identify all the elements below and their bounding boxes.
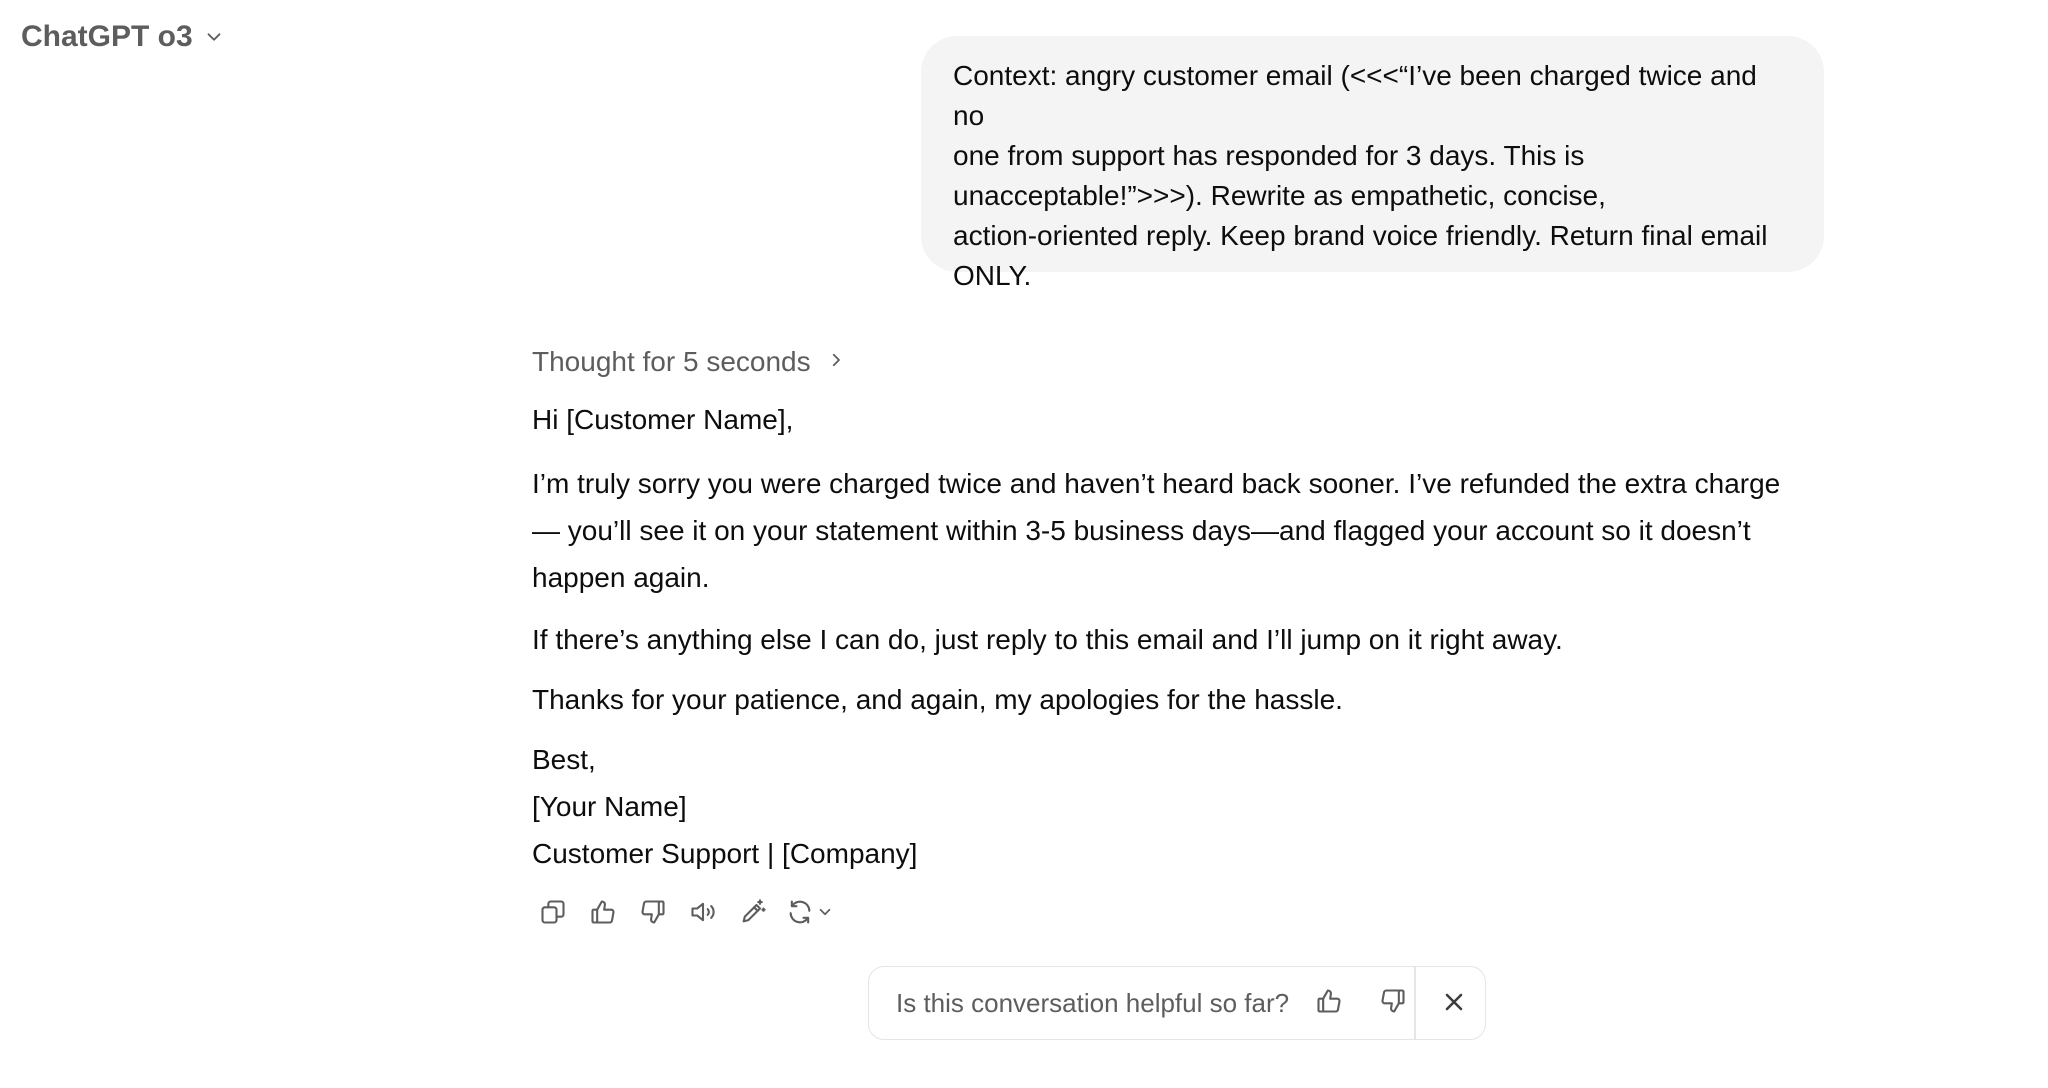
copy-icon: [539, 898, 567, 931]
edit-in-canvas-icon: [739, 898, 767, 931]
bad-response-button[interactable]: [628, 894, 678, 934]
chevron-down-icon: [814, 903, 834, 926]
email-paragraph-3: Thanks for your patience, and again, my …: [532, 684, 1343, 715]
feedback-question: Is this conversation helpful so far?: [896, 987, 1290, 1018]
user-message-line: Context: angry customer email (<<<“I’ve …: [953, 60, 1757, 131]
feedback-not-helpful-button[interactable]: [1365, 975, 1421, 1031]
copy-button[interactable]: [528, 894, 578, 934]
email-paragraph-2: If there’s anything else I can do, just …: [532, 624, 1563, 655]
thought-toggle[interactable]: Thought for 5 seconds: [532, 346, 845, 378]
email-greeting: Hi [Customer Name],: [532, 404, 794, 435]
email-line: I’m truly sorry you were charged twice a…: [532, 468, 1781, 499]
chevron-right-icon: [827, 351, 845, 374]
thought-label: Thought for 5 seconds: [532, 346, 811, 377]
thumbs-up-icon: [1315, 987, 1343, 1020]
regenerate-button[interactable]: [778, 894, 842, 934]
email-signoff: Best,: [532, 744, 596, 775]
good-response-button[interactable]: [578, 894, 628, 934]
chat-page: ChatGPT o3 Context: angry customer email…: [0, 0, 2048, 1088]
model-selector[interactable]: ChatGPT o3: [21, 20, 225, 54]
edit-in-canvas-button[interactable]: [728, 894, 778, 934]
signature-name: [Your Name]: [532, 791, 687, 822]
feedback-bar: Is this conversation helpful so far?: [868, 966, 1486, 1040]
thumbs-up-icon: [589, 898, 617, 931]
message-actions: [528, 894, 842, 934]
read-aloud-icon: [689, 898, 717, 931]
feedback-divider: [1414, 967, 1416, 1039]
user-message-line: action-oriented reply. Keep brand voice …: [953, 220, 1768, 251]
feedback-close-button[interactable]: [1426, 976, 1482, 1032]
email-line: happen again.: [532, 562, 710, 593]
close-icon: [1440, 988, 1468, 1021]
user-message-bubble: Context: angry customer email (<<<“I’ve …: [921, 36, 1824, 291]
thumbs-down-icon: [639, 898, 667, 931]
user-message-line: one from support has responded for 3 day…: [953, 140, 1585, 171]
feedback-helpful-button[interactable]: [1301, 975, 1357, 1031]
assistant-message: Hi [Customer Name], I’m truly sorry you …: [532, 400, 1822, 869]
email-signature: Best, [Your Name] Customer Support | [Co…: [532, 736, 917, 877]
chevron-down-icon: [203, 22, 225, 53]
model-name: ChatGPT o3: [21, 20, 193, 53]
read-aloud-button[interactable]: [678, 894, 728, 934]
user-message-line: unacceptable!”>>>). Rewrite as empatheti…: [953, 180, 1606, 211]
email-paragraph-1: I’m truly sorry you were charged twice a…: [532, 460, 1822, 601]
email-line: — you’ll see it on your statement within…: [532, 515, 1751, 546]
regenerate-icon: [786, 898, 814, 931]
user-message-line: ONLY.: [953, 260, 1032, 291]
thumbs-down-icon: [1379, 987, 1407, 1020]
signature-title: Customer Support | [Company]: [532, 838, 918, 869]
